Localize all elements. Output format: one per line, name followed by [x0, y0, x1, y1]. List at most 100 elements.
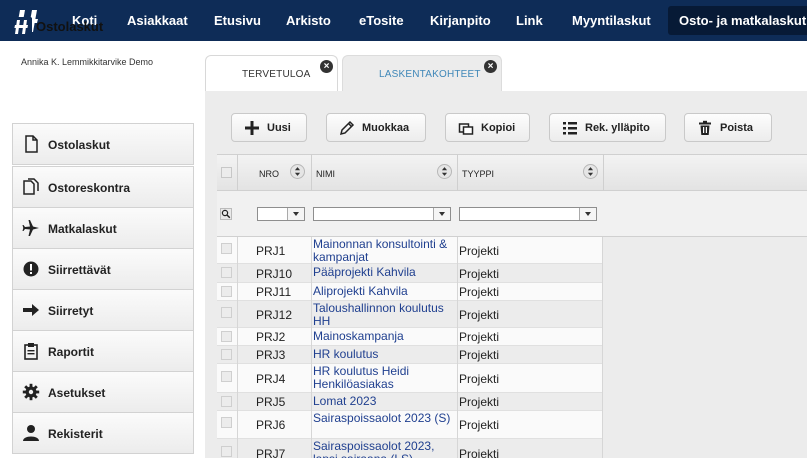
- table-row[interactable]: PRJ1 Mainonnan konsultointi & kampanjat Pr…: [217, 237, 603, 264]
- row-checkbox[interactable]: [221, 331, 232, 342]
- table-row[interactable]: PRJ6 Sairaspoissaolot 2023 (S) Projekti: [217, 411, 603, 439]
- table-row[interactable]: PRJ10 Pääprojekti Kahvila Projekti: [217, 264, 603, 283]
- table-row[interactable]: PRJ3 HR koulutus Projekti: [217, 346, 603, 364]
- copy-button[interactable]: Kopioi: [445, 113, 530, 142]
- cell-separator: [602, 393, 603, 411]
- search-icon[interactable]: [220, 208, 232, 220]
- filter-nro-select[interactable]: [257, 207, 305, 221]
- row-checkbox[interactable]: [221, 286, 232, 297]
- tab-laskentakohteet[interactable]: LASKENTAKOHTEET ×: [342, 55, 502, 92]
- row-checkbox[interactable]: [221, 307, 232, 318]
- new-button[interactable]: Uusi: [231, 113, 307, 142]
- cell-separator: [457, 264, 458, 283]
- nav-link[interactable]: Link: [516, 0, 543, 41]
- sort-icon[interactable]: [583, 164, 598, 179]
- cell-nimi[interactable]: Mainonnan konsultointi & kampanjat: [313, 238, 457, 264]
- delete-button[interactable]: Poista: [684, 113, 772, 142]
- table-row[interactable]: PRJ11 Aliprojekti Kahvila Projekti: [217, 283, 603, 301]
- arrow-right-icon: [23, 304, 39, 316]
- cell-nimi[interactable]: HR koulutus: [313, 348, 457, 361]
- cell-separator: [457, 346, 458, 364]
- row-checkbox[interactable]: [221, 243, 232, 254]
- gear-icon: [22, 383, 40, 401]
- cell-nro: PRJ3: [256, 348, 286, 362]
- row-checkbox[interactable]: [221, 267, 232, 278]
- cell-nro: PRJ7: [256, 447, 286, 458]
- nav-kirjanpito[interactable]: Kirjanpito: [430, 0, 491, 41]
- trash-icon: [699, 120, 711, 135]
- cell-separator: [602, 411, 603, 439]
- table-row[interactable]: PRJ4 HR koulutus Heidi Henkilöasiakas Proj…: [217, 364, 603, 393]
- sidebar-item-siirretyt[interactable]: Siirretyt: [12, 289, 194, 331]
- table-row[interactable]: PRJ5 Lomat 2023 Projekti: [217, 393, 603, 411]
- cell-nimi[interactable]: Sairaspoissaolot 2023 (S): [313, 412, 457, 425]
- row-checkbox[interactable]: [221, 371, 232, 382]
- cell-separator: [311, 283, 312, 301]
- cell-nimi[interactable]: Sairaspoissaolot 2023, lapsi sairaana (L…: [313, 440, 457, 458]
- close-icon[interactable]: ×: [320, 60, 333, 73]
- nav-osto-ja-matkalaskut[interactable]: Osto- ja matkalaskut: [668, 6, 807, 35]
- cell-separator: [311, 264, 312, 283]
- row-checkbox[interactable]: [221, 417, 232, 428]
- sidebar-item-asetukset[interactable]: Asetukset: [12, 371, 194, 413]
- cell-separator: [311, 237, 312, 264]
- column-header-nro[interactable]: NRO: [259, 169, 279, 179]
- sidebar-item-siirrettavat[interactable]: Siirrettävät: [12, 248, 194, 290]
- cell-tyyppi: Projekti: [459, 372, 500, 386]
- cell-separator: [602, 237, 603, 264]
- filter-nimi-select[interactable]: [313, 207, 451, 221]
- cell-nimi[interactable]: Mainoskampanja: [313, 330, 457, 343]
- tab-tervetuloa[interactable]: TERVETULOA ×: [205, 55, 338, 92]
- register-maintenance-button[interactable]: Rek. ylläpito: [549, 113, 666, 142]
- sidebar-item-ostoreskontra[interactable]: Ostoreskontra: [12, 166, 194, 208]
- module-title: Ostolaskut: [36, 19, 104, 34]
- copy-icon: [458, 122, 474, 135]
- cell-tyyppi: Projekti: [459, 330, 500, 344]
- copy-button-label: Kopioi: [481, 121, 516, 134]
- column-header-nimi[interactable]: NIMI: [316, 169, 335, 179]
- user-icon: [23, 425, 39, 441]
- cell-nimi[interactable]: Aliprojekti Kahvila: [313, 285, 457, 298]
- cell-separator: [602, 328, 603, 346]
- row-checkbox[interactable]: [221, 396, 232, 407]
- nav-etusivu[interactable]: Etusivu: [214, 0, 261, 41]
- delete-button-label: Poista: [720, 121, 754, 134]
- cell-separator: [311, 393, 312, 411]
- column-header-tyyppi[interactable]: TYYPPI: [462, 169, 494, 179]
- sort-icon[interactable]: [290, 164, 305, 179]
- nav-myyntilaskut[interactable]: Myyntilaskut: [572, 0, 651, 41]
- cell-nimi[interactable]: Taloushallinnon koulutus HH: [313, 302, 457, 328]
- table-row[interactable]: PRJ12 Taloushallinnon koulutus HH Projekti: [217, 301, 603, 328]
- cell-separator: [602, 301, 603, 328]
- cell-separator: [602, 439, 603, 458]
- cell-separator: [457, 411, 458, 439]
- tab-label: TERVETULOA: [242, 69, 311, 80]
- document-icon: [25, 135, 38, 153]
- sidebar-item-rekisterit[interactable]: Rekisterit: [12, 412, 194, 454]
- select-all-checkbox[interactable]: [221, 167, 232, 178]
- sidebar-item-ostolaskut[interactable]: Ostolaskut: [12, 123, 194, 165]
- sidebar-item-matkalaskut[interactable]: Matkalaskut: [12, 207, 194, 249]
- row-checkbox[interactable]: [221, 349, 232, 360]
- nav-asiakkaat[interactable]: Asiakkaat: [127, 0, 188, 41]
- sort-icon[interactable]: [437, 164, 452, 179]
- cell-separator: [237, 364, 238, 393]
- cell-separator: [237, 346, 238, 364]
- row-checkbox[interactable]: [221, 446, 232, 457]
- edit-button[interactable]: Muokkaa: [326, 113, 426, 142]
- cell-separator: [602, 346, 603, 364]
- table-row[interactable]: PRJ7 Sairaspoissaolot 2023, lapsi sairaan…: [217, 439, 603, 458]
- cell-nro: PRJ11: [256, 285, 292, 299]
- sidebar-item-raportit[interactable]: Raportit: [12, 330, 194, 372]
- cell-nimi[interactable]: HR koulutus Heidi Henkilöasiakas: [313, 365, 457, 391]
- table-row[interactable]: PRJ2 Mainoskampanja Projekti: [217, 328, 603, 346]
- cell-nimi[interactable]: Lomat 2023: [313, 395, 457, 408]
- close-icon[interactable]: ×: [484, 60, 497, 73]
- nav-etosite[interactable]: eTosite: [359, 0, 404, 41]
- chevron-down-icon: [433, 208, 450, 220]
- cell-nimi[interactable]: Pääprojekti Kahvila: [313, 266, 457, 279]
- cell-nro: PRJ1: [256, 244, 286, 258]
- chevron-down-icon: [287, 208, 304, 220]
- nav-arkisto[interactable]: Arkisto: [286, 0, 331, 41]
- filter-tyyppi-select[interactable]: [459, 207, 597, 221]
